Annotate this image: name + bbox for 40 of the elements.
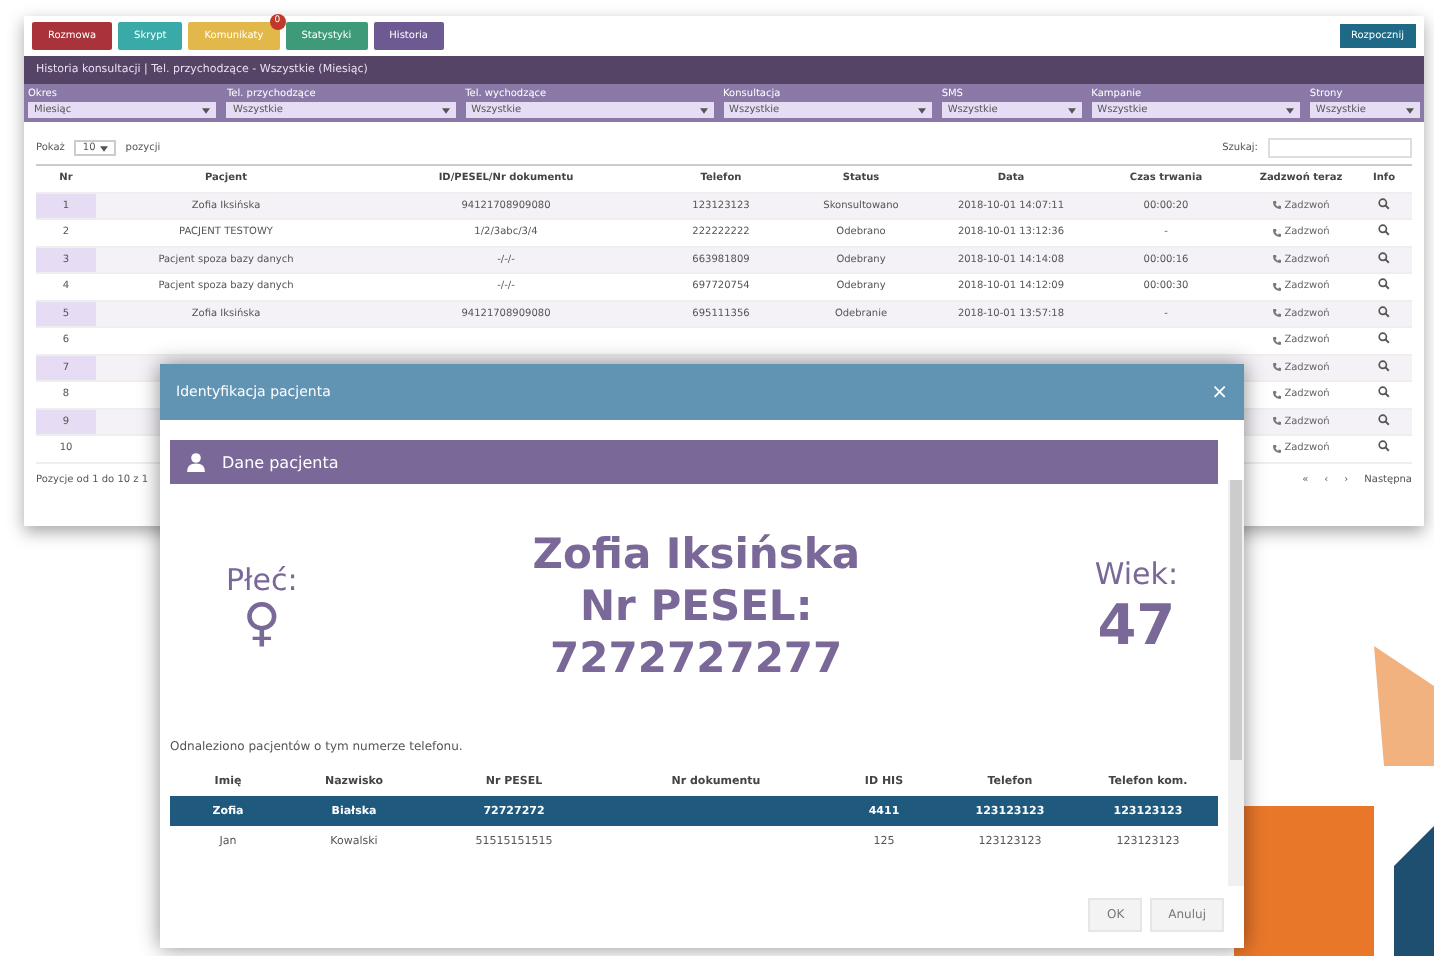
phone-icon — [1272, 389, 1283, 400]
age-value: 47 — [1097, 591, 1176, 657]
sex-label: Płeć: — [226, 562, 298, 598]
phone-icon — [1272, 416, 1283, 427]
caret-icon — [699, 107, 708, 113]
female-symbol: ♀ — [242, 598, 281, 650]
search-icon[interactable] — [1378, 440, 1390, 453]
phone-icon — [1272, 254, 1283, 265]
search-icon[interactable] — [1378, 224, 1390, 237]
search-icon[interactable] — [1378, 305, 1390, 318]
caret-icon — [1406, 107, 1414, 113]
search-icon[interactable] — [1378, 359, 1390, 372]
search-icon[interactable] — [1378, 413, 1390, 426]
caret-icon — [1067, 107, 1076, 113]
phone-icon — [1272, 200, 1283, 211]
phone-icon — [1272, 443, 1283, 454]
search-icon[interactable] — [1378, 332, 1390, 345]
search-icon[interactable] — [1378, 386, 1390, 399]
caret-icon — [99, 145, 108, 151]
phone-icon — [1272, 227, 1283, 238]
section-title: Dane pacjenta — [222, 453, 339, 471]
age-label: Wiek: — [1094, 555, 1178, 591]
search-icon[interactable] — [1378, 197, 1390, 210]
pesel-label: Nr PESEL: — [579, 579, 813, 633]
phone-icon — [1272, 308, 1283, 319]
caret-icon — [917, 107, 926, 113]
patient-name: Zofia Iksińska — [532, 527, 860, 580]
close-button[interactable]: × — [1211, 381, 1228, 403]
phone-icon — [1272, 362, 1283, 373]
person-icon — [186, 452, 206, 472]
caret-icon — [441, 107, 450, 113]
search-icon[interactable] — [1378, 251, 1390, 264]
phone-icon — [1272, 335, 1283, 346]
scrollbar[interactable] — [1228, 480, 1244, 886]
caret-icon — [1285, 107, 1294, 113]
search-icon[interactable] — [1378, 278, 1390, 291]
pesel-number: 7272727277 — [550, 632, 843, 685]
search-field[interactable] — [1268, 138, 1412, 158]
caret-icon — [202, 107, 211, 113]
phone-icon — [1272, 281, 1283, 292]
